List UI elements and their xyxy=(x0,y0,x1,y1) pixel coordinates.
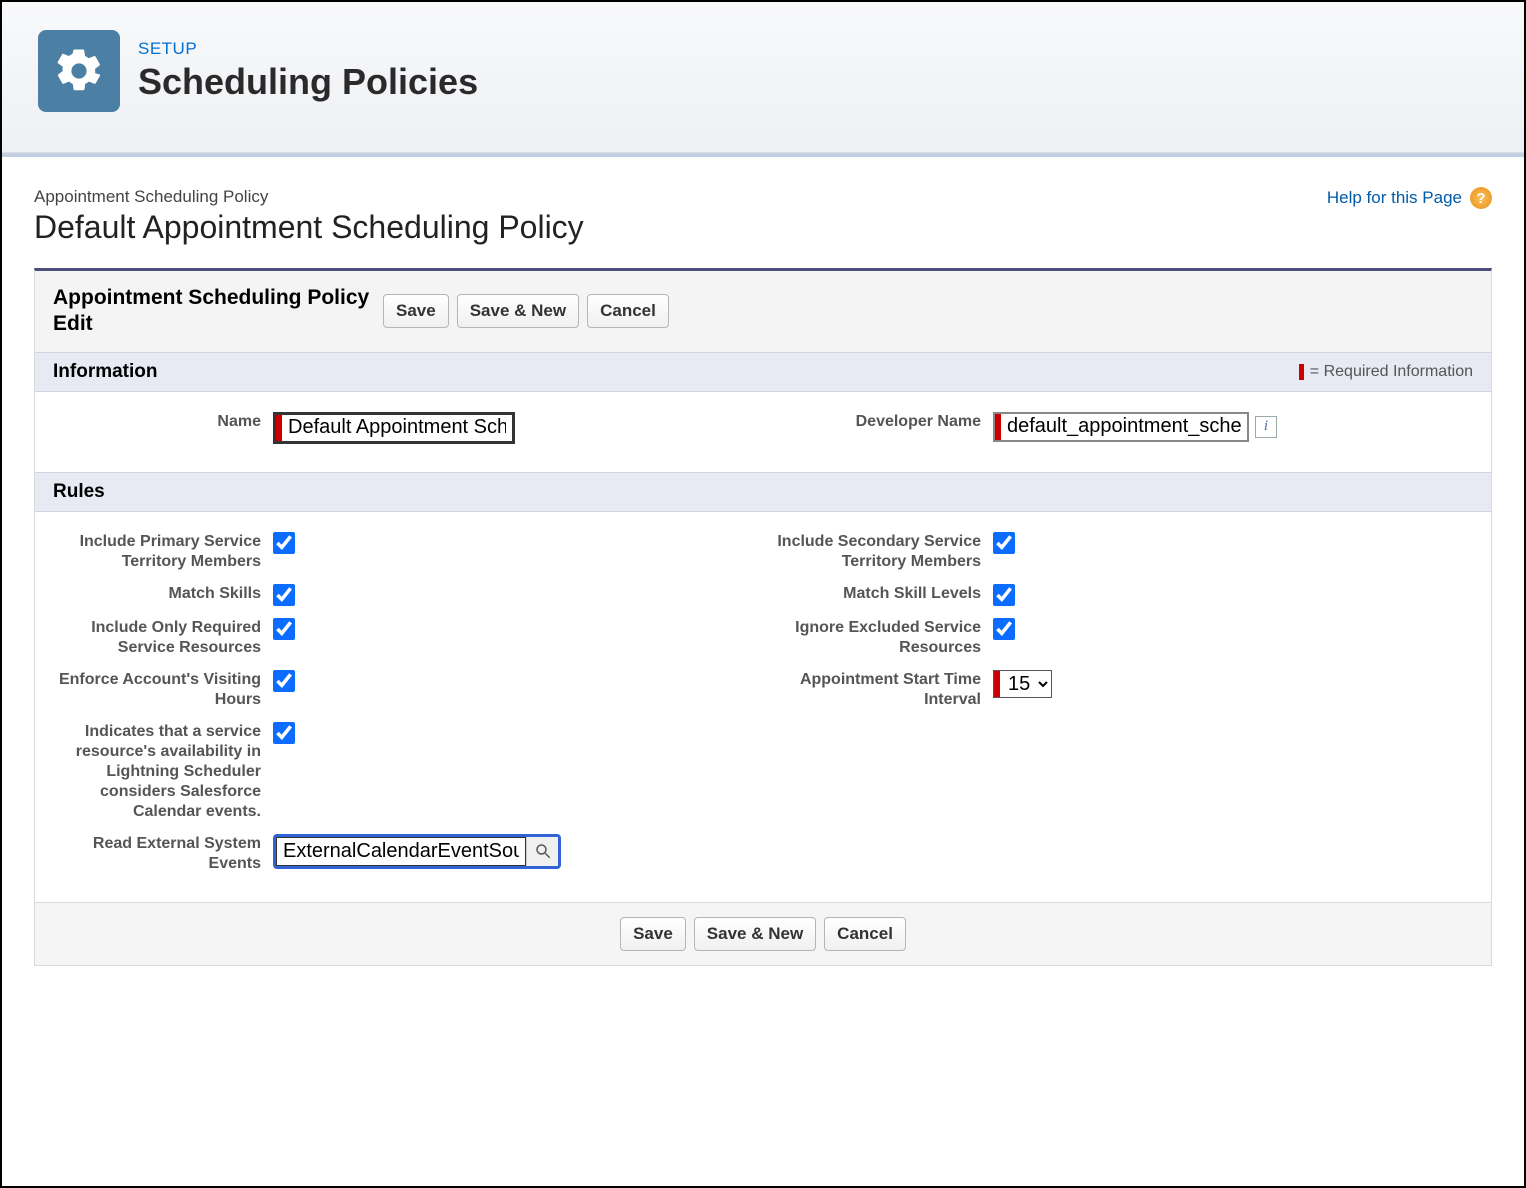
start-interval-label: Appointment Start Time Interval xyxy=(763,670,993,710)
enforce-visiting-label: Enforce Account's Visiting Hours xyxy=(43,670,273,710)
consider-calendar-label: Indicates that a service resource's avai… xyxy=(43,722,273,822)
secondary-members-label: Include Secondary Service Territory Memb… xyxy=(763,532,993,572)
section-rules: Rules xyxy=(35,472,1491,512)
cancel-button-bottom[interactable]: Cancel xyxy=(824,917,906,951)
secondary-members-checkbox[interactable] xyxy=(993,532,1015,554)
only-required-label: Include Only Required Service Resources xyxy=(43,618,273,658)
save-button-bottom[interactable]: Save xyxy=(620,917,686,951)
name-label: Name xyxy=(43,412,273,432)
devname-input[interactable] xyxy=(1001,414,1247,440)
record-title: Default Appointment Scheduling Policy xyxy=(34,209,584,246)
required-indicator-icon xyxy=(1299,364,1304,380)
match-skills-checkbox[interactable] xyxy=(273,584,295,606)
save-new-button[interactable]: Save & New xyxy=(457,294,579,328)
primary-members-label: Include Primary Service Territory Member… xyxy=(43,532,273,572)
external-events-input[interactable] xyxy=(276,837,526,866)
ignore-excluded-label: Ignore Excluded Service Resources xyxy=(763,618,993,658)
help-icon[interactable]: ? xyxy=(1470,187,1492,209)
save-new-button-bottom[interactable]: Save & New xyxy=(694,917,816,951)
cancel-button[interactable]: Cancel xyxy=(587,294,669,328)
consider-calendar-checkbox[interactable] xyxy=(273,722,295,744)
edit-heading: Appointment Scheduling Policy Edit xyxy=(53,285,383,338)
info-icon[interactable]: i xyxy=(1255,416,1277,438)
match-skill-levels-label: Match Skill Levels xyxy=(763,584,993,604)
devname-label: Developer Name xyxy=(763,412,993,432)
object-type-label: Appointment Scheduling Policy xyxy=(34,187,584,207)
lookup-icon[interactable] xyxy=(526,837,558,866)
match-skill-levels-checkbox[interactable] xyxy=(993,584,1015,606)
external-events-label: Read External System Events xyxy=(43,834,273,874)
ignore-excluded-checkbox[interactable] xyxy=(993,618,1015,640)
match-skills-label: Match Skills xyxy=(43,584,273,604)
help-link[interactable]: Help for this Page xyxy=(1327,188,1462,208)
page-title: Scheduling Policies xyxy=(138,61,478,103)
primary-members-checkbox[interactable] xyxy=(273,532,295,554)
enforce-visiting-checkbox[interactable] xyxy=(273,670,295,692)
only-required-checkbox[interactable] xyxy=(273,618,295,640)
start-interval-select[interactable]: 15 xyxy=(1000,671,1051,697)
setup-header: SETUP Scheduling Policies xyxy=(2,2,1524,153)
save-button[interactable]: Save xyxy=(383,294,449,328)
section-information: Information = Required Information xyxy=(35,352,1491,392)
name-input[interactable] xyxy=(282,415,512,441)
gear-icon xyxy=(38,30,120,112)
setup-eyebrow: SETUP xyxy=(138,39,478,59)
